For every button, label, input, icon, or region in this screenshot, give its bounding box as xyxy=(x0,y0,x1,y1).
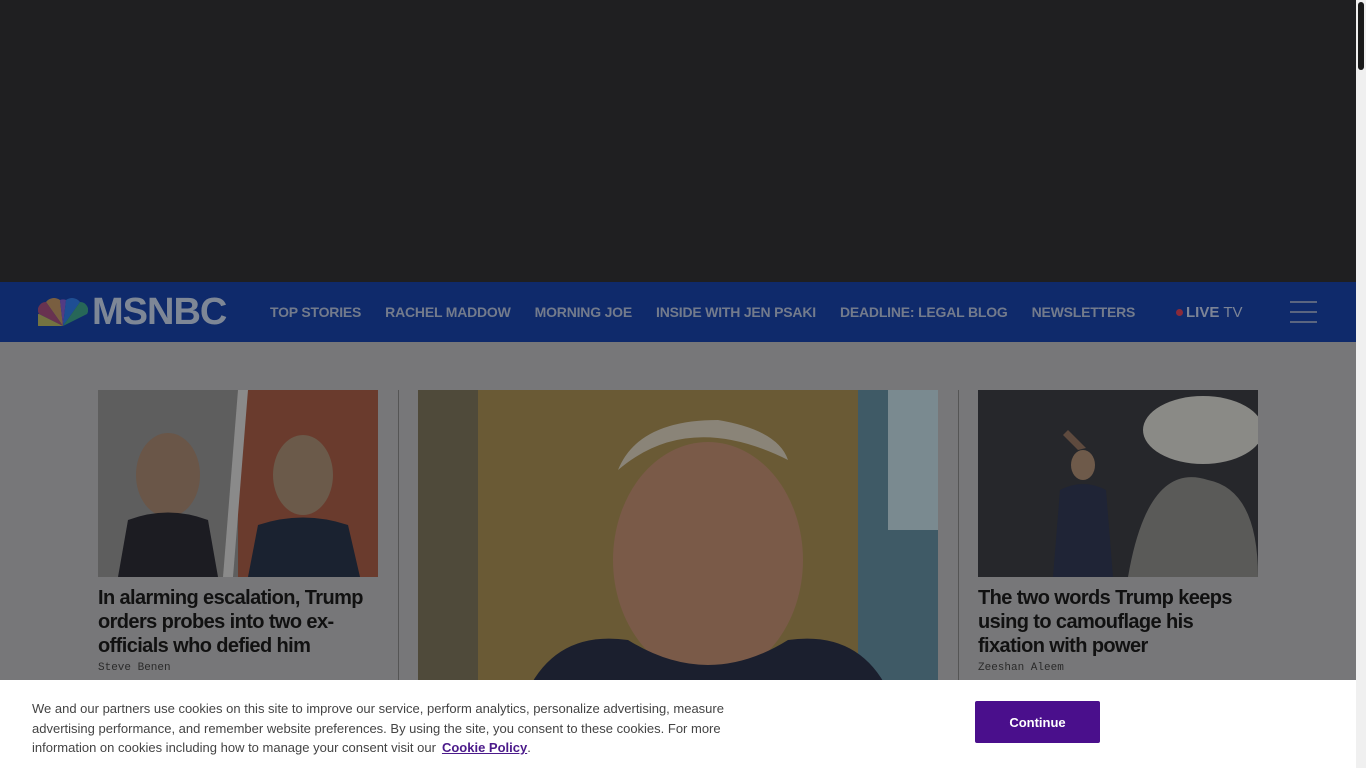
story-left-byline[interactable]: Steve Benen xyxy=(98,662,171,674)
story-right-headline[interactable]: The two words Trump keeps using to camou… xyxy=(978,586,1258,658)
story-left-headline[interactable]: In alarming escalation, Trump orders pro… xyxy=(98,586,378,658)
continue-button[interactable]: Continue xyxy=(975,701,1100,743)
top-navigation: MSNBC TOP STORIES RACHEL MADDOW MORNING … xyxy=(0,282,1356,342)
nav-link-rachel-maddow[interactable]: RACHEL MADDOW xyxy=(385,304,511,320)
hero-photo xyxy=(418,390,938,690)
nav-link-morning-joe[interactable]: MORNING JOE xyxy=(535,304,633,320)
msnbc-logo[interactable]: MSNBC xyxy=(38,291,227,333)
live-dot-icon xyxy=(1176,308,1183,316)
story-left-photo xyxy=(98,390,378,577)
cookie-consent-banner: We and our partners use cookies on this … xyxy=(0,680,1356,768)
nav-link-top-stories[interactable]: TOP STORIES xyxy=(270,304,361,320)
logo-wordmark: MSNBC xyxy=(92,291,227,333)
advertisement-slot xyxy=(0,0,1356,282)
scrollbar-thumb[interactable] xyxy=(1358,2,1364,70)
nav-links: TOP STORIES RACHEL MADDOW MORNING JOE IN… xyxy=(270,282,1159,342)
live-tv-link[interactable]: LIVE TV xyxy=(1176,282,1243,342)
story-left-image[interactable] xyxy=(98,390,378,577)
story-right-image[interactable] xyxy=(978,390,1258,577)
live-label: LIVE xyxy=(1186,303,1220,321)
story-right-byline[interactable]: Zeeshan Aleem xyxy=(978,662,1064,674)
page-scrollbar[interactable] xyxy=(1356,0,1366,768)
peacock-icon xyxy=(38,298,88,327)
column-divider-left xyxy=(398,390,399,690)
nav-link-newsletters[interactable]: NEWSLETTERS xyxy=(1032,304,1136,320)
page: MSNBC TOP STORIES RACHEL MADDOW MORNING … xyxy=(0,0,1366,768)
cookie-consent-message: We and our partners use cookies on this … xyxy=(32,701,724,755)
nav-link-inside-with-jen-psaki[interactable]: INSIDE WITH JEN PSAKI xyxy=(656,304,816,320)
story-right-photo xyxy=(978,390,1258,577)
column-divider-right xyxy=(958,390,959,690)
cookie-consent-text: We and our partners use cookies on this … xyxy=(32,701,724,755)
hero-story-image[interactable] xyxy=(418,390,938,690)
cookie-policy-link[interactable]: Cookie Policy xyxy=(442,740,527,755)
nav-link-deadline-legal-blog[interactable]: DEADLINE: LEGAL BLOG xyxy=(840,304,1008,320)
hamburger-icon[interactable] xyxy=(1290,300,1318,324)
tv-label: TV xyxy=(1223,303,1243,321)
